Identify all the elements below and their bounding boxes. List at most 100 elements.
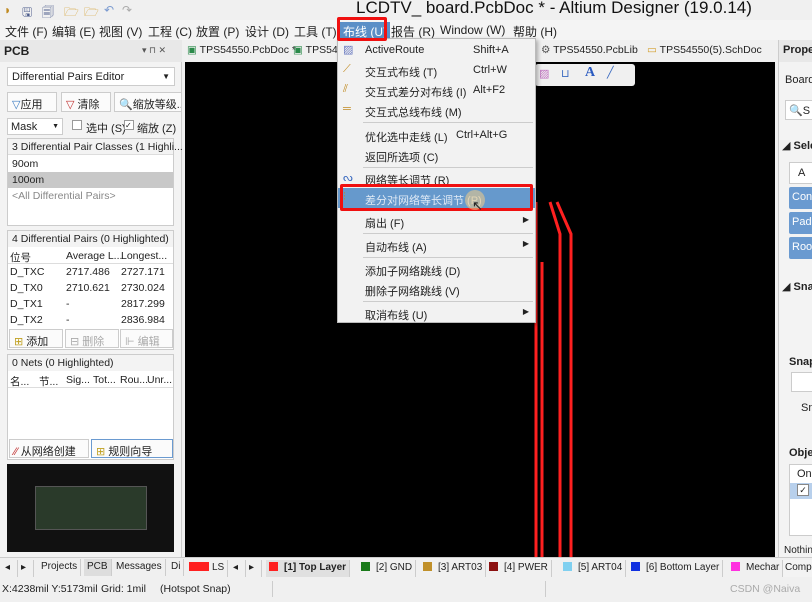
- selection-filter-header[interactable]: ◢ Sele: [782, 139, 812, 152]
- layer-tab[interactable]: [4] PWER: [486, 560, 552, 577]
- properties-panel: Proper Board 🔍S ◢ Sele A Con Pad Roo ◢ S…: [778, 40, 812, 557]
- pads-filter-button[interactable]: Pad: [789, 212, 812, 234]
- components-panel-tab[interactable]: Compo: [782, 560, 812, 577]
- panel-tab-projects[interactable]: Projects: [38, 559, 82, 576]
- menu-item-unroute[interactable]: 取消布线 (U) ▶: [338, 303, 535, 323]
- table-row[interactable]: ✓: [790, 483, 812, 499]
- board-preview[interactable]: [7, 464, 174, 552]
- col-header[interactable]: 节...: [39, 374, 58, 389]
- col-header[interactable]: 位号: [10, 250, 31, 265]
- checkbox[interactable]: ✓: [797, 484, 809, 496]
- col-header[interactable]: Average L...: [66, 250, 122, 262]
- create-from-nets-button[interactable]: ⁄⁄ 从网络创建: [9, 439, 89, 458]
- menu-window[interactable]: Window (W): [437, 22, 508, 38]
- search-input[interactable]: 🔍S: [785, 100, 812, 120]
- delete-button[interactable]: ⊟ 删除: [65, 329, 119, 348]
- snap-options-header[interactable]: ◢ Snap: [782, 280, 812, 293]
- layer-tab[interactable]: Mechar: [728, 560, 784, 577]
- watermark: CSDN @Naiva: [730, 583, 801, 595]
- route-icon: ⟋: [343, 63, 351, 75]
- layer-color-swatch: [731, 562, 740, 571]
- layer-tab[interactable]: [5] ART04: [560, 560, 627, 577]
- cell: D_TX0: [10, 282, 43, 294]
- menu-view[interactable]: 视图 (V): [96, 22, 145, 41]
- pairs-header: 4 Differential Pairs (0 Highlighted): [8, 231, 173, 247]
- item-label: 返回所选项 (C): [365, 152, 439, 164]
- menu-item-fanout[interactable]: 扇出 (F) ▶: [338, 211, 535, 231]
- edit-button[interactable]: ⊩ 编辑: [120, 329, 173, 348]
- all-button[interactable]: A: [789, 162, 812, 184]
- list-item[interactable]: <All Differential Pairs>: [8, 188, 173, 204]
- current-layer-indicator[interactable]: LS: [186, 560, 229, 577]
- tab-pcbdoc[interactable]: ▣ TPS54550.PcbDoc *: [187, 44, 296, 56]
- tab-pcblib[interactable]: ⚙ TPS54550.PcbLib: [541, 44, 638, 56]
- col-header[interactable]: Unr...: [147, 374, 172, 386]
- table-row[interactable]: D_TXC 2717.486 2727.171: [8, 264, 173, 280]
- library-icon: ⚙: [541, 44, 554, 56]
- list-item[interactable]: 100om: [8, 172, 173, 188]
- item-shortcut: Alt+F2: [473, 84, 506, 96]
- panel-tab-messages[interactable]: Messages: [113, 559, 166, 576]
- panel-mode-dropdown[interactable]: Differential Pairs Editor ▼: [7, 67, 175, 86]
- properties-title: Proper: [779, 40, 812, 62]
- list-item[interactable]: 90om: [8, 156, 173, 172]
- select-checkbox[interactable]: [72, 120, 82, 130]
- pcb-panel: PCB ▾ ⊓ ✕ Differential Pairs Editor ▼ ▽应用…: [0, 40, 183, 557]
- menu-project[interactable]: 工程 (C): [145, 22, 195, 41]
- menu-edit[interactable]: 编辑 (E): [49, 22, 98, 41]
- menu-item-interactive-routing[interactable]: ⟋ 交互式布线 (T) Ctrl+W: [338, 60, 535, 80]
- components-filter-button[interactable]: Con: [789, 187, 812, 209]
- col-header[interactable]: Tot...: [93, 374, 116, 386]
- menu-item-diff-pair-routing[interactable]: ⫽ 交互式差分对布线 (I) Alt+F2: [338, 80, 535, 100]
- prev-icon[interactable]: ◂: [2, 560, 18, 577]
- menu-file[interactable]: 文件 (F): [2, 22, 51, 41]
- redo-icon[interactable]: ↷: [122, 3, 132, 17]
- layer-tab[interactable]: [1] Top Layer: [266, 560, 351, 577]
- col-header[interactable]: Longest...: [121, 250, 167, 262]
- status-bar: X:4238mil Y:5173mil Grid: 1mil (Hotspot …: [0, 578, 812, 600]
- layer-tab[interactable]: [6] Bottom Layer: [628, 560, 724, 577]
- panel-tab-pcb[interactable]: PCB: [84, 559, 112, 576]
- cell: D_TX1: [10, 298, 43, 310]
- table-row[interactable]: D_TX0 2710.621 2730.024: [8, 280, 173, 296]
- panel-tab-di[interactable]: Di: [168, 559, 185, 576]
- panel-controls-icon[interactable]: ▾ ⊓ ✕: [142, 45, 166, 56]
- next-icon[interactable]: ▸: [18, 560, 34, 577]
- menu-tools[interactable]: 工具 (T): [291, 22, 340, 41]
- menu-place[interactable]: 放置 (P): [193, 22, 242, 41]
- item-shortcut: Shift+A: [473, 44, 509, 56]
- layer-prev-icon[interactable]: ◂: [230, 560, 246, 577]
- menu-design[interactable]: 设计 (D): [242, 22, 292, 41]
- menu-item-add-subnet-jumper[interactable]: 添加子网络跳线 (D): [338, 259, 535, 279]
- rule-wizard-button[interactable]: ⊞ 规则向导: [91, 439, 173, 458]
- table-row[interactable]: D_TX2 - 2836.984: [8, 312, 173, 328]
- table-row[interactable]: D_TX1 - 2817.299: [8, 296, 173, 312]
- clear-button[interactable]: ▽ 清除: [61, 92, 111, 112]
- layer-tab[interactable]: [2] GND: [358, 560, 417, 577]
- menu-item-retrace[interactable]: 返回所选项 (C): [338, 145, 535, 165]
- sele-label: Sele: [793, 140, 812, 152]
- divider: [545, 581, 546, 597]
- menu-item-autoroute[interactable]: 自动布线 (A) ▶: [338, 235, 535, 255]
- tab-schdoc[interactable]: ▭ TPS54550(5).SchDoc: [647, 44, 762, 56]
- apply-button[interactable]: ▽应用: [7, 92, 57, 112]
- col-header[interactable]: 名...: [10, 374, 29, 389]
- menu-item-remove-subnet-jumper[interactable]: 删除子网络跳线 (V): [338, 279, 535, 299]
- add-button[interactable]: ⊞ 添加: [9, 329, 63, 348]
- zoom-level-button[interactable]: 🔍缩放等级...: [114, 92, 182, 112]
- undo-icon[interactable]: ↶: [104, 3, 114, 17]
- mask-dropdown[interactable]: Mask ▼: [7, 118, 63, 135]
- menu-item-bus-routing[interactable]: ═ 交互式总线布线 (M): [338, 100, 535, 120]
- col-header[interactable]: Sig...: [66, 374, 90, 386]
- add-icon: ⊞: [14, 336, 27, 348]
- layer-next-icon[interactable]: ▸: [246, 560, 262, 577]
- menu-item-gloss[interactable]: 优化选中走线 (L) Ctrl+Alt+G: [338, 125, 535, 145]
- zoom-checkbox[interactable]: ✓: [124, 120, 134, 130]
- snapping-selector[interactable]: [791, 372, 812, 392]
- submenu-arrow-icon: ▶: [522, 215, 529, 224]
- table-header: 名... 节... Sig... Tot... Rou... Unr...: [8, 372, 173, 388]
- col-header[interactable]: Rou...: [120, 374, 148, 386]
- rooms-filter-button[interactable]: Roo: [789, 237, 812, 259]
- menu-item-activeroute[interactable]: ▨ ActiveRoute Shift+A: [338, 40, 535, 60]
- layer-tab[interactable]: [3] ART03: [420, 560, 487, 577]
